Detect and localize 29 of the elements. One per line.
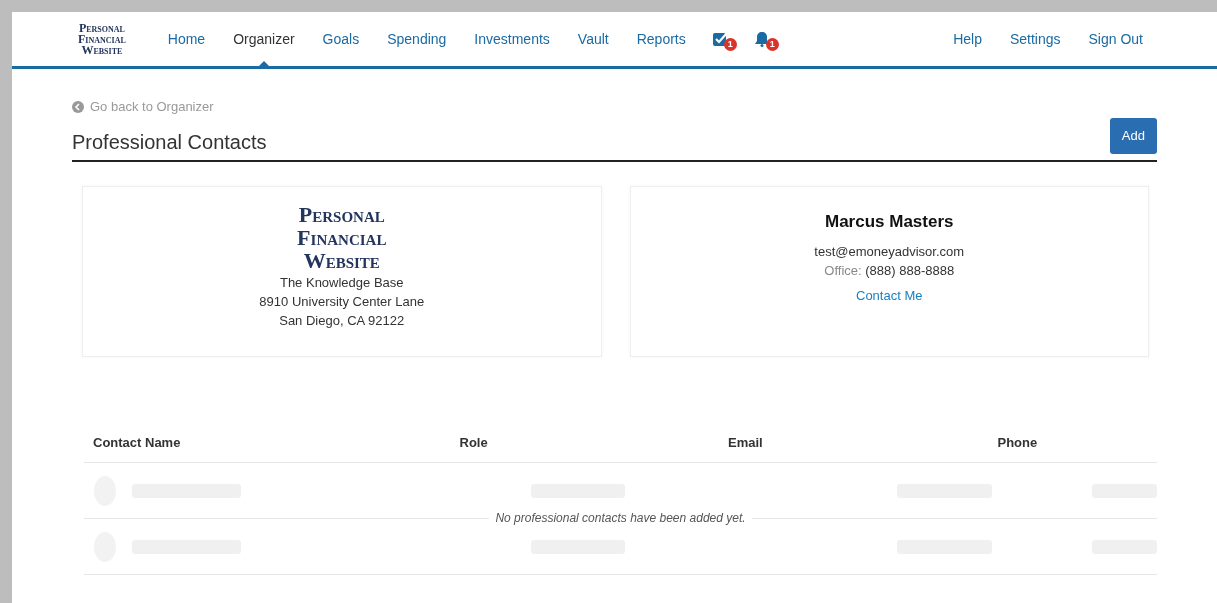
advisor-email: test@emoneyadvisor.com <box>813 243 966 262</box>
address-line: 8910 University Center Lane <box>258 293 426 312</box>
nav-link[interactable]: Vault <box>563 12 623 66</box>
column-header: Email <box>727 433 764 452</box>
contact-link[interactable]: Contact Me <box>856 286 923 306</box>
nav-link[interactable]: Investments <box>460 12 564 66</box>
nav-link[interactable]: Settings <box>995 12 1075 66</box>
bell-icon[interactable] <box>753 31 770 47</box>
nav-link[interactable]: Help <box>939 12 996 66</box>
page-title: Professional Contacts <box>72 129 267 154</box>
empty-message: No professional contacts have been added yet. <box>489 510 752 525</box>
add-button[interactable]: Add <box>1109 118 1157 154</box>
nav-link[interactable]: Spending <box>373 12 461 66</box>
nav-link[interactable]: Home <box>153 12 220 66</box>
office-label: Office: <box>824 263 862 279</box>
count-badge: 1 <box>765 38 779 51</box>
nav-link[interactable]: Organizer <box>219 12 309 66</box>
office-phone: (888) 888-8888 <box>865 263 955 279</box>
logo: Personal Financial Website <box>297 202 387 272</box>
address-line: San Diego, CA 92122 <box>278 312 406 331</box>
address-line: The Knowledge Base <box>278 274 405 293</box>
nav-link[interactable]: Sign Out <box>1074 12 1157 66</box>
nav-link[interactable]: Reports <box>622 12 700 66</box>
advisor-name: Marcus Masters <box>824 210 955 233</box>
column-header: Phone <box>996 433 1039 452</box>
nav-link[interactable]: Goals <box>308 12 374 66</box>
logo[interactable]: Personal Financial Website <box>78 22 126 56</box>
column-header: Contact Name <box>92 433 182 452</box>
column-header: Role <box>458 433 489 452</box>
